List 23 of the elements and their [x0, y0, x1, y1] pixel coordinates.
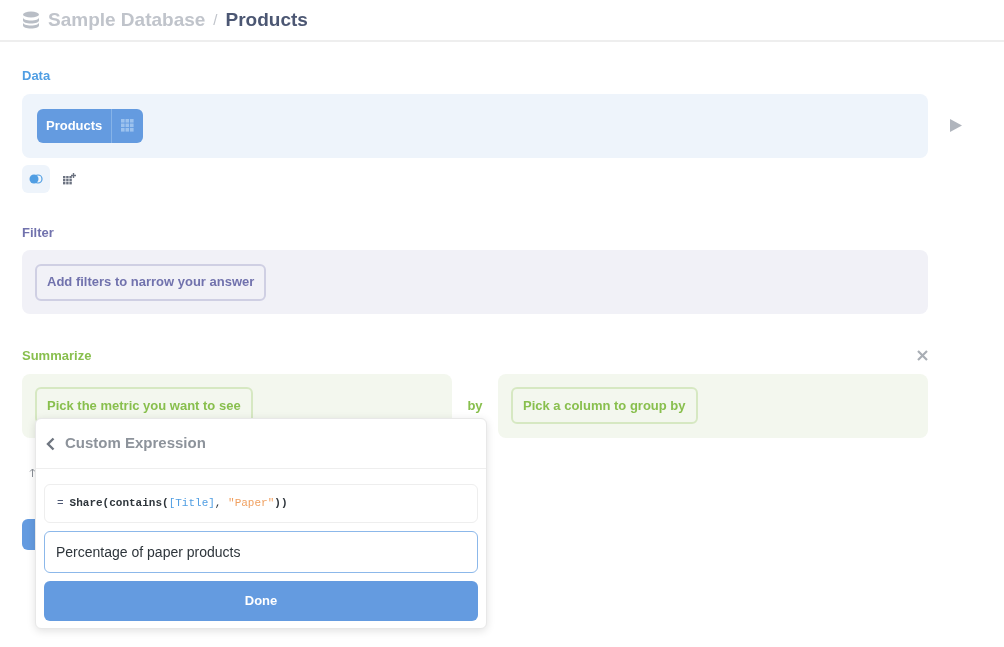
- name-input[interactable]: Percentage of paper products: [44, 531, 478, 573]
- close-icon[interactable]: [917, 350, 928, 362]
- overlapping-circles-icon: [29, 173, 43, 184]
- pick-column-button[interactable]: Pick a column to group by: [511, 387, 698, 424]
- play-icon[interactable]: [950, 119, 962, 132]
- database-icon: [22, 11, 40, 29]
- done-button[interactable]: Done: [44, 581, 478, 621]
- table-title: Products: [225, 7, 308, 32]
- arrow-icon: [29, 467, 36, 477]
- query-tool-button[interactable]: [22, 164, 50, 193]
- popover-title: Custom Expression: [65, 433, 206, 454]
- grid-plus-icon: [63, 172, 77, 185]
- breadcrumb-separator: /: [213, 9, 218, 30]
- section-label: Summarize: [22, 347, 92, 365]
- section-label: Filter: [22, 223, 55, 242]
- database-link[interactable]: Sample Database: [48, 5, 206, 35]
- grid-icon: [121, 119, 135, 132]
- by-label: by: [466, 396, 484, 415]
- add-filter-button[interactable]: Add filters to narrow your answer: [35, 263, 267, 301]
- back-chevron-icon[interactable]: [46, 436, 55, 451]
- table-button[interactable]: Products: [37, 108, 144, 143]
- expression-field[interactable]: = Share(contains([Title], "Paper")): [44, 484, 478, 523]
- section-label: Data: [22, 67, 52, 85]
